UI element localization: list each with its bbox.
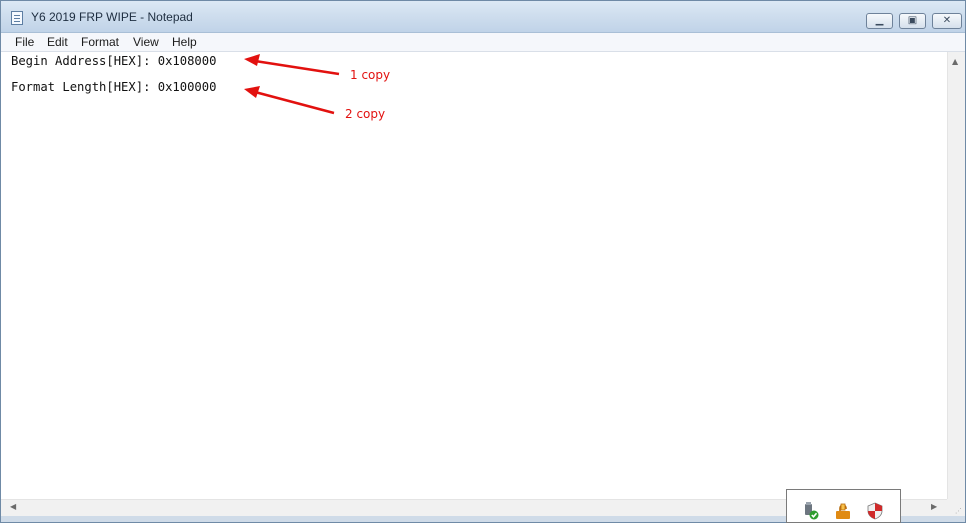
text-line[interactable]: Begin Address[HEX]: 0x108000: [11, 54, 216, 68]
menu-help[interactable]: Help: [172, 35, 197, 49]
scroll-left-icon[interactable]: ◀: [10, 502, 16, 511]
annotation-label: 2 copy: [345, 107, 386, 121]
close-button[interactable]: ✕: [932, 13, 962, 29]
annotation-label: 1 copy: [350, 68, 391, 82]
scroll-up-icon[interactable]: ▲: [952, 57, 958, 66]
maximize-icon: ▣: [907, 15, 918, 26]
minimize-button[interactable]: ▁: [866, 13, 893, 29]
menu-format[interactable]: Format: [81, 35, 119, 49]
menu-bar: File Edit Format View Help: [1, 33, 965, 52]
notification-tray-popup: [786, 489, 901, 523]
menu-view[interactable]: View: [133, 35, 159, 49]
resize-grip-icon: ⋰: [955, 507, 962, 515]
maximize-button[interactable]: ▣: [899, 13, 926, 29]
text-editor[interactable]: Begin Address[HEX]: 0x108000 Format Leng…: [1, 52, 947, 499]
text-line[interactable]: Format Length[HEX]: 0x100000: [11, 80, 216, 94]
lock-warning-icon[interactable]: [834, 502, 852, 520]
resize-grip[interactable]: ⋰: [947, 499, 965, 516]
scroll-right-icon[interactable]: ▶: [931, 502, 937, 511]
usb-check-icon[interactable]: [802, 502, 820, 520]
close-icon: ✕: [942, 15, 952, 26]
shield-icon[interactable]: [866, 502, 884, 520]
notepad-icon: [11, 11, 23, 25]
menu-edit[interactable]: Edit: [47, 35, 68, 49]
title-bar[interactable]: Y6 2019 FRP WIPE - Notepad ▁ ▣ ✕: [1, 1, 965, 33]
menu-file[interactable]: File: [15, 35, 34, 49]
vertical-scrollbar[interactable]: ▲: [947, 52, 965, 499]
window-title: Y6 2019 FRP WIPE - Notepad: [31, 10, 193, 24]
minimize-icon: ▁: [875, 15, 884, 26]
notepad-window: Y6 2019 FRP WIPE - Notepad ▁ ▣ ✕ File Ed…: [0, 0, 966, 523]
